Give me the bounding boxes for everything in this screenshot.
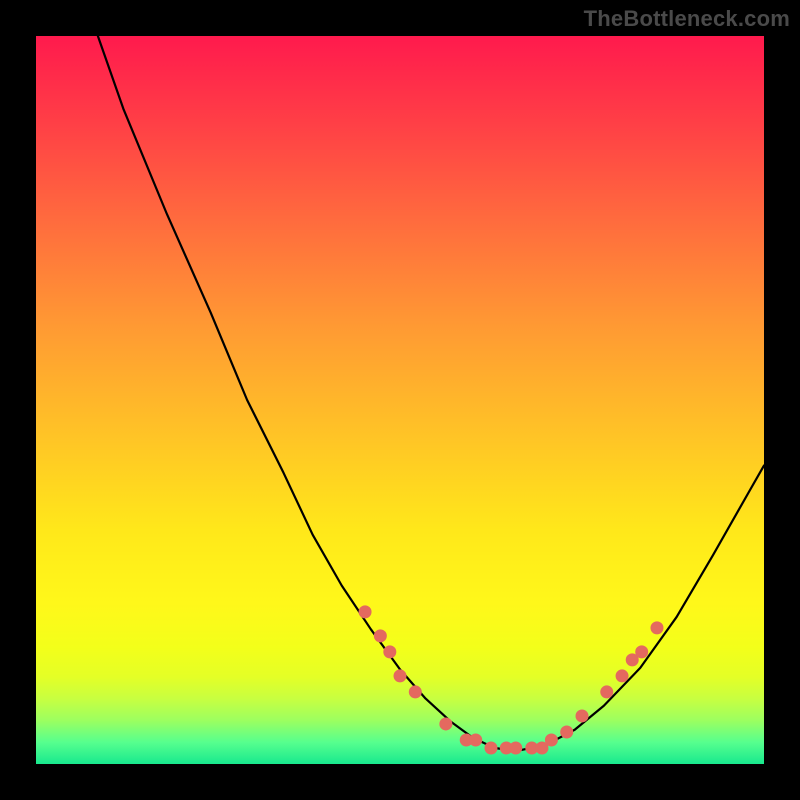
highlight-dot bbox=[394, 669, 407, 682]
highlight-dot bbox=[485, 741, 498, 754]
chart-svg bbox=[36, 36, 764, 764]
highlight-dot bbox=[545, 733, 558, 746]
highlight-dot bbox=[560, 725, 573, 738]
highlight-dot bbox=[374, 629, 387, 642]
highlight-dot bbox=[469, 733, 482, 746]
watermark-text: TheBottleneck.com bbox=[584, 6, 790, 32]
chart-frame: TheBottleneck.com bbox=[0, 0, 800, 800]
highlight-dot bbox=[635, 645, 648, 658]
highlight-dot bbox=[600, 685, 613, 698]
highlight-dot bbox=[616, 669, 629, 682]
highlight-dot bbox=[509, 741, 522, 754]
highlight-dot bbox=[383, 645, 396, 658]
highlight-dot bbox=[359, 605, 372, 618]
plot-area bbox=[36, 36, 764, 764]
highlight-dot bbox=[576, 709, 589, 722]
highlight-dot bbox=[650, 621, 663, 634]
highlight-dots-group bbox=[359, 605, 664, 754]
highlight-dot bbox=[409, 685, 422, 698]
highlight-dot bbox=[439, 717, 452, 730]
bottleneck-curve bbox=[98, 36, 764, 751]
